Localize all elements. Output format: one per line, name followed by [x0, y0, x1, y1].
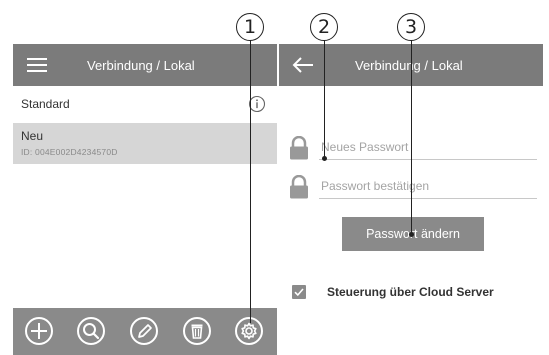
callout-2-leader — [324, 40, 325, 159]
new-password-placeholder: Neues Passwort — [321, 140, 409, 154]
list-item-standard[interactable]: Standard — [13, 90, 277, 118]
left-bottom-toolbar — [13, 308, 277, 355]
new-password-underline — [319, 159, 537, 160]
callout-1: 1 — [236, 13, 264, 41]
add-icon[interactable] — [24, 316, 54, 346]
hamburger-menu-icon[interactable] — [27, 57, 47, 73]
confirm-password-field[interactable]: Passwort bestätigen — [319, 175, 537, 199]
checkmark-icon — [294, 288, 304, 297]
left-top-bar: Verbindung / Lokal — [13, 44, 277, 86]
cloud-server-label: Steuerung über Cloud Server — [327, 285, 494, 299]
delete-icon[interactable] — [182, 316, 212, 346]
callout-3-dot — [409, 232, 414, 237]
back-arrow-icon[interactable] — [292, 56, 314, 74]
left-screen: Verbindung / Lokal Standard Neu ID: 004E… — [13, 44, 277, 355]
settings-icon[interactable] — [234, 316, 264, 346]
lock-icon — [288, 174, 310, 199]
left-screen-title: Verbindung / Lokal — [87, 57, 195, 73]
cloud-server-checkbox[interactable] — [292, 285, 306, 299]
callout-1-leader — [250, 40, 251, 323]
right-screen-title: Verbindung / Lokal — [355, 57, 463, 73]
confirm-password-underline — [319, 198, 537, 199]
list-item-id: ID: 004E002D4234570D — [21, 147, 118, 157]
callout-2-dot — [322, 156, 327, 161]
confirm-password-placeholder: Passwort bestätigen — [321, 179, 430, 193]
list-item-label: Neu — [21, 129, 44, 143]
search-icon[interactable] — [76, 316, 106, 346]
new-password-field[interactable]: Neues Passwort — [319, 136, 537, 160]
list-item-neu[interactable]: Neu ID: 004E002D4234570D — [13, 123, 277, 164]
lock-icon — [288, 135, 310, 160]
callout-2: 2 — [310, 13, 338, 41]
list-item-label: Standard — [21, 97, 70, 111]
callout-3: 3 — [397, 13, 425, 41]
edit-icon[interactable] — [129, 316, 159, 346]
callout-3-leader — [411, 40, 412, 235]
